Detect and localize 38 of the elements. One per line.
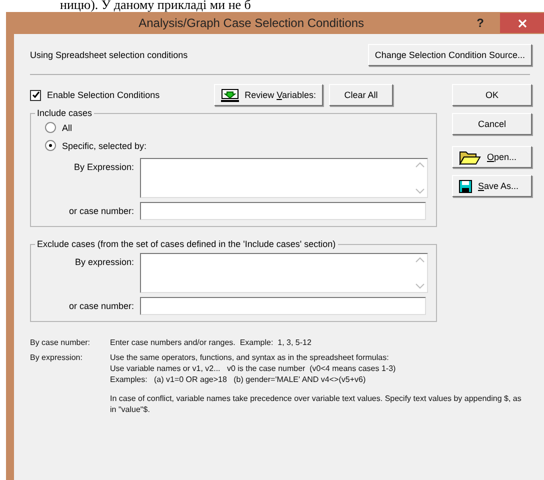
group-label: Exclude cases (from the set of cases defined in the 'Include cases' section) bbox=[36, 239, 337, 249]
field-label: or case number: bbox=[68, 300, 134, 311]
field-label: By expression: bbox=[74, 256, 134, 267]
review-variables-button[interactable]: Review Variables: bbox=[214, 84, 323, 106]
enable-checkbox[interactable] bbox=[30, 90, 41, 100]
help-text: Examples: (a) v1=0 OR age>18 (b) gender='MALE' AND v4<>(v5+v6) bbox=[110, 374, 367, 385]
save-button[interactable]: Save As... bbox=[452, 175, 532, 197]
clear-all-button[interactable]: Clear All bbox=[328, 84, 393, 106]
close-button[interactable] bbox=[500, 13, 544, 33]
checkbox-label: Enable Selection Conditions bbox=[47, 90, 160, 100]
help-term: By expression: bbox=[30, 352, 84, 364]
close-icon bbox=[518, 18, 526, 28]
radio-label: Specific, selected by: bbox=[62, 140, 147, 150]
window-title: Analysis/Graph Case Selection Conditions bbox=[138, 16, 366, 30]
cancel-button[interactable]: Cancel bbox=[452, 113, 532, 135]
radio-button[interactable] bbox=[45, 122, 56, 133]
open-button[interactable]: Open... bbox=[452, 146, 532, 168]
help-term: By case number: bbox=[30, 337, 92, 348]
source-label: Using Spreadsheet selection conditions bbox=[30, 50, 188, 60]
expression-field[interactable] bbox=[140, 158, 428, 198]
radio-label: All bbox=[62, 122, 72, 132]
ok-button[interactable]: OK bbox=[452, 84, 532, 106]
radio-button[interactable] bbox=[45, 140, 56, 151]
document-text: ницю). У даному прикладі ми не б bbox=[60, 0, 251, 12]
field-label: By Expression: bbox=[72, 161, 134, 172]
case-number-field[interactable] bbox=[140, 297, 426, 315]
note-text: In case of conflict, variable names take precedence over variable text values. Specify text values by appending $, as in "value"$. bbox=[110, 393, 522, 415]
group-label: Include cases bbox=[36, 108, 94, 118]
help-text: Use the same operators, functions, and syntax as in the spreadsheet formulas: bbox=[110, 352, 390, 363]
monitor-arrow-icon bbox=[220, 88, 239, 102]
case-number-field[interactable] bbox=[140, 202, 426, 220]
expression-field[interactable] bbox=[140, 253, 428, 293]
help-text: Enter case numbers and/or ranges. Example: 1, 3, 5-12 bbox=[110, 337, 312, 348]
folder-icon bbox=[459, 149, 481, 165]
field-label: or case number: bbox=[68, 205, 134, 216]
change-source-button[interactable]: Change Selection Condition Source... bbox=[368, 44, 532, 66]
help-text: Use variable names or v1, v2... v0 is the case number (v0<4 means cases 1-3) bbox=[110, 363, 397, 374]
help-button[interactable]: ? bbox=[476, 16, 484, 30]
